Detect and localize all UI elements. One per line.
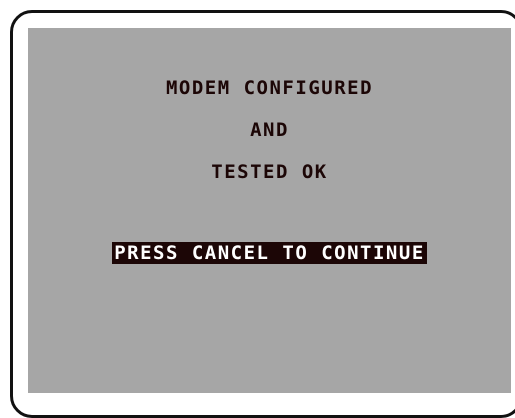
prompt-container: PRESS CANCEL TO CONTINUE: [28, 242, 511, 264]
terminal-screen: MODEM CONFIGURED AND TESTED OK PRESS CAN…: [28, 28, 511, 393]
cancel-prompt: PRESS CANCEL TO CONTINUE: [112, 242, 427, 264]
status-line-1: MODEM CONFIGURED: [165, 77, 374, 99]
status-line-3: TESTED OK: [211, 161, 328, 183]
status-line-2: AND: [250, 119, 289, 141]
